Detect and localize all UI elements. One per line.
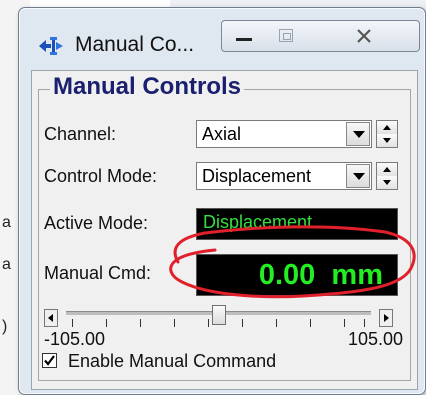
control-mode-label: Control Mode: — [44, 166, 158, 186]
slider-tick — [344, 319, 345, 327]
chevron-down-icon[interactable] — [346, 164, 370, 188]
spin-up-icon[interactable] — [377, 121, 397, 135]
channel-select[interactable]: Axial — [196, 120, 372, 148]
spin-down-icon[interactable] — [377, 176, 397, 189]
manual-controls-window: Manual Co... Manual Controls Channel: Ax… — [18, 7, 426, 395]
title-bar[interactable]: Manual Co... — [19, 8, 425, 70]
control-mode-select[interactable]: Displacement — [196, 162, 372, 190]
close-button[interactable] — [309, 20, 420, 52]
slider-tick — [174, 319, 175, 327]
window-client-area: Manual Controls Channel: Axial Control M… — [31, 70, 418, 390]
spin-up-icon[interactable] — [377, 163, 397, 177]
channel-spinner[interactable] — [376, 120, 398, 148]
slider-left-arrow-icon[interactable] — [44, 309, 58, 327]
active-mode-label: Active Mode: — [44, 213, 149, 233]
maximize-button[interactable] — [265, 20, 310, 52]
slider-right-arrow-icon[interactable] — [379, 309, 393, 327]
channel-label: Channel: — [44, 124, 117, 144]
chevron-down-icon[interactable] — [346, 122, 370, 146]
slider-tick — [72, 319, 73, 327]
slider-min-label: -105.00 — [44, 329, 106, 349]
slider-tick — [208, 319, 209, 327]
channel-value: Axial — [202, 124, 242, 144]
manual-cmd-label: Manual Cmd: — [44, 263, 152, 283]
spin-down-icon[interactable] — [377, 134, 397, 147]
slider-tick — [242, 319, 243, 327]
background-text-fragment: ) — [2, 318, 8, 335]
checkmark-icon — [44, 355, 55, 366]
background-text-fragment: a — [2, 256, 11, 273]
enable-manual-command-label: Enable Manual Command — [68, 351, 277, 371]
maximize-icon — [279, 29, 293, 42]
control-mode-spinner[interactable] — [376, 162, 398, 190]
slider-tick — [276, 319, 277, 327]
background-text-fragment: a — [2, 214, 11, 231]
slider-tick — [364, 319, 365, 327]
slider-max-label: 105.00 — [347, 329, 403, 349]
slider-tick — [106, 319, 107, 327]
manual-cmd-unit: mm — [331, 259, 383, 291]
group-title: Manual Controls — [50, 73, 245, 101]
manual-cmd-value: 0.00 — [258, 259, 316, 291]
arrows-move-icon — [39, 37, 63, 55]
active-mode-display: Displacement — [196, 208, 398, 240]
window-title: Manual Co... — [75, 33, 195, 56]
slider-thumb[interactable] — [211, 305, 226, 325]
control-mode-value: Displacement — [202, 166, 312, 186]
slider-tick — [140, 319, 141, 327]
minimize-button[interactable] — [221, 20, 267, 52]
manual-cmd-slider[interactable] — [44, 305, 393, 331]
manual-cmd-display: 0.00 mm — [196, 254, 398, 296]
close-icon — [357, 29, 371, 43]
slider-tick — [310, 319, 311, 327]
minimize-icon — [236, 38, 252, 41]
checkbox-box[interactable] — [42, 353, 57, 368]
